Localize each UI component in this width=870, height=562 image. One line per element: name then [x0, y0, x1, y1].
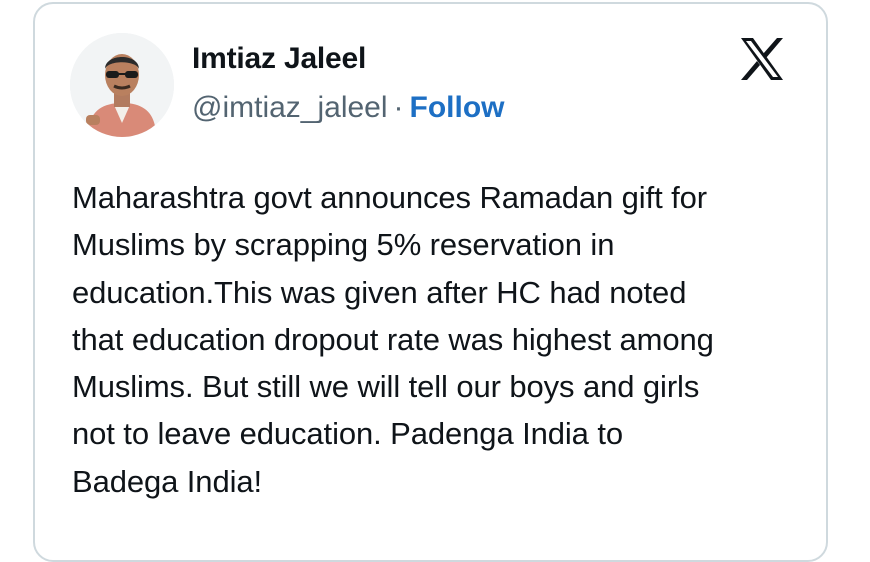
author-handle[interactable]: @imtiaz_jaleel [192, 91, 388, 124]
x-logo-icon[interactable] [738, 35, 786, 83]
author-meta-row: @imtiaz_jaleel · Follow [192, 91, 505, 125]
tweet-text-line: not to leave education. Padenga India to [72, 416, 623, 452]
tweet-text-line: that education dropout rate was highest … [72, 321, 714, 357]
tweet-text-line: education.This was given after HC had no… [72, 274, 687, 310]
tweet-text-line: Muslims. But still we will tell our boys… [72, 369, 700, 405]
tweet-text-line: Muslims by scrapping 5% reservation in [72, 227, 615, 263]
follow-button[interactable]: Follow [410, 91, 505, 124]
avatar[interactable] [70, 33, 174, 137]
separator-dot: · [393, 91, 404, 124]
tweet-text-line: Badega India! [72, 463, 263, 499]
avatar-image [70, 33, 174, 137]
author-name[interactable]: Imtiaz Jaleel [192, 42, 366, 76]
tweet-text-line: Maharashtra govt announces Ramadan gift … [72, 180, 708, 215]
tweet-text: Maharashtra govt announces Ramadan gift … [72, 174, 812, 505]
